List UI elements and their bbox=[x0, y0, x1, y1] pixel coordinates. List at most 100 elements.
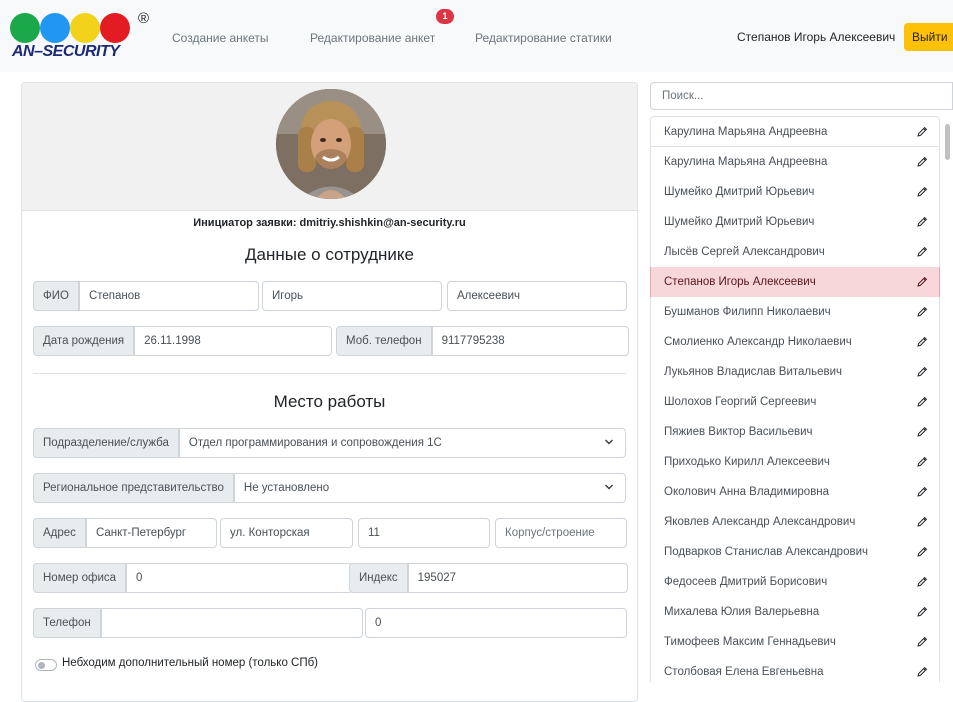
pencil-icon[interactable] bbox=[916, 186, 928, 198]
pencil-icon[interactable] bbox=[916, 576, 928, 588]
current-user-name: Степанов Игорь Алексеевич bbox=[737, 30, 896, 44]
office-label: Номер офиса bbox=[33, 563, 127, 593]
nav-edit-forms[interactable]: Редактирование анкет bbox=[310, 31, 435, 45]
list-scrollbar[interactable] bbox=[945, 124, 950, 160]
nav-create-form[interactable]: Создание анкеты bbox=[172, 31, 269, 45]
pencil-icon[interactable] bbox=[916, 276, 928, 288]
employee-list-item[interactable]: Михалева Юлия Валерьевна bbox=[650, 597, 940, 628]
house-input[interactable]: 11 bbox=[358, 518, 490, 548]
registered-mark: ® bbox=[138, 10, 150, 27]
chevron-down-icon bbox=[605, 484, 613, 490]
logo-dot-green bbox=[10, 13, 40, 43]
search-input[interactable]: Поиск... bbox=[650, 82, 953, 110]
department-label: Подразделение/служба bbox=[33, 428, 179, 458]
nav-edit-static[interactable]: Редактирование статики bbox=[475, 31, 612, 45]
regional-value: Не установлено bbox=[243, 482, 330, 494]
employee-list-item[interactable]: Лукьянов Владислав Витальевич bbox=[650, 357, 940, 388]
first-name-input[interactable]: Игорь bbox=[262, 281, 442, 311]
pencil-icon[interactable] bbox=[916, 216, 928, 228]
pencil-icon[interactable] bbox=[916, 636, 928, 648]
employee-list-item[interactable]: Бушманов Филипп Николаевич bbox=[650, 297, 940, 328]
employee-list-item[interactable]: Тимофеев Максим Геннадьевич bbox=[650, 627, 940, 658]
pencil-icon[interactable] bbox=[916, 666, 928, 678]
regional-select[interactable]: Не установлено bbox=[233, 473, 626, 503]
fio-label: ФИО bbox=[33, 281, 79, 311]
employee-list-item[interactable]: Шумейко Дмитрий Юрьевич bbox=[650, 177, 940, 208]
logout-button[interactable]: Выйти bbox=[904, 23, 953, 51]
phone-input[interactable] bbox=[100, 608, 363, 638]
section-divider bbox=[33, 373, 626, 374]
employee-name: Степанов Игорь Алексеевич bbox=[664, 276, 816, 288]
birth-date-group: Дата рождения 26.11.1998 bbox=[33, 326, 333, 356]
pencil-icon[interactable] bbox=[916, 336, 928, 348]
office-input[interactable]: 0 bbox=[126, 563, 354, 593]
middle-name-input[interactable]: Алексеевич bbox=[447, 281, 627, 311]
employee-name: Шолохов Георгий Сергеевич bbox=[664, 396, 817, 408]
employee-name: Столбовая Елена Евгеньевна bbox=[664, 666, 824, 678]
employee-name: Шумейко Дмитрий Юрьевич bbox=[664, 186, 815, 198]
employee-list-item[interactable]: Яковлев Александр Александрович bbox=[650, 507, 940, 538]
pencil-icon[interactable] bbox=[916, 156, 928, 168]
employee-list-item[interactable]: Шолохов Георгий Сергеевич bbox=[650, 387, 940, 418]
employee-name: Карулина Марьяна Андреевна bbox=[664, 156, 828, 168]
workplace-section-title: Место работы bbox=[273, 392, 386, 411]
pencil-icon[interactable] bbox=[916, 516, 928, 528]
birth-date-input[interactable]: 26.11.1998 bbox=[134, 326, 333, 356]
mobile-label: Моб. телефон bbox=[336, 326, 432, 356]
regional-label: Региональное представительство bbox=[33, 473, 234, 503]
employee-list-item[interactable]: Подварков Станислав Александрович bbox=[650, 537, 940, 568]
employee-name: Карулина Марьяна Андреевна bbox=[664, 126, 828, 138]
regional-group: Региональное представительство Не устано… bbox=[33, 473, 626, 503]
pencil-icon[interactable] bbox=[916, 486, 928, 498]
birth-date-label: Дата рождения bbox=[33, 326, 135, 356]
employee-name: Приходько Кирилл Алексеевич bbox=[664, 456, 830, 468]
address-group: Адрес Санкт-Петербург bbox=[33, 518, 217, 548]
top-navbar: ® AN–SECURITY Создание анкеты Редактиров… bbox=[0, 0, 953, 72]
pencil-icon[interactable] bbox=[916, 456, 928, 468]
address-label: Адрес bbox=[33, 518, 86, 548]
avatar-photo bbox=[276, 89, 386, 199]
request-initiator: Инициатор заявки: dmitriy.shishkin@an-se… bbox=[193, 217, 466, 229]
employee-list-item[interactable]: Смолиенко Александр Николаевич bbox=[650, 327, 940, 358]
department-group: Подразделение/служба Отдел программирова… bbox=[33, 428, 626, 458]
building-input[interactable]: Корпус/строение bbox=[495, 518, 627, 548]
employee-list-item[interactable]: Столбовая Елена Евгеньевна bbox=[650, 657, 940, 682]
extra-number-toggle[interactable] bbox=[35, 659, 57, 671]
last-name-input[interactable]: Степанов bbox=[78, 281, 259, 311]
pencil-icon[interactable] bbox=[916, 426, 928, 438]
employee-name: Шумейко Дмитрий Юрьевич bbox=[664, 216, 815, 228]
employee-name: Михалева Юлия Валерьевна bbox=[664, 606, 820, 618]
city-input[interactable]: Санкт-Петербург bbox=[85, 518, 217, 548]
pencil-icon[interactable] bbox=[916, 246, 928, 258]
office-group: Номер офиса 0 bbox=[33, 563, 354, 593]
pencil-icon[interactable] bbox=[916, 366, 928, 378]
pencil-icon[interactable] bbox=[916, 126, 928, 138]
department-value: Отдел программирования и сопровождения 1… bbox=[188, 437, 442, 449]
chevron-down-icon bbox=[605, 439, 613, 445]
employee-name: Лысёв Сергей Александрович bbox=[664, 246, 825, 258]
mobile-input[interactable]: 9117795238 bbox=[431, 326, 629, 356]
employee-name: Околович Анна Владимировна bbox=[664, 486, 830, 498]
pencil-icon[interactable] bbox=[916, 306, 928, 318]
department-select[interactable]: Отдел программирования и сопровождения 1… bbox=[178, 428, 626, 458]
employee-list-item[interactable]: Шумейко Дмитрий Юрьевич bbox=[650, 207, 940, 238]
employee-list-item[interactable]: Околович Анна Владимировна bbox=[650, 477, 940, 508]
company-logo[interactable]: ® AN–SECURITY bbox=[10, 10, 149, 65]
pencil-icon[interactable] bbox=[916, 396, 928, 408]
employee-card: Инициатор заявки: dmitriy.shishkin@an-se… bbox=[21, 82, 638, 702]
street-input[interactable]: ул. Конторская bbox=[220, 518, 353, 548]
employee-name: Смолиенко Александр Николаевич bbox=[664, 336, 852, 348]
phone-ext-input[interactable]: 0 bbox=[365, 608, 627, 638]
employee-list-item[interactable]: Пяжиев Виктор Васильевич bbox=[650, 417, 940, 448]
employee-list-item[interactable]: Приходько Кирилл Алексеевич bbox=[650, 447, 940, 478]
employee-list-item[interactable]: Карулина Марьяна Андреевна bbox=[650, 147, 940, 178]
employee-list-item[interactable]: Карулина Марьяна Андреевна bbox=[650, 116, 940, 147]
pencil-icon[interactable] bbox=[916, 606, 928, 618]
employee-list-item[interactable]: Степанов Игорь Алексеевич bbox=[650, 267, 940, 298]
pencil-icon[interactable] bbox=[916, 546, 928, 558]
employee-name: Яковлев Александр Александрович bbox=[664, 516, 856, 528]
employee-list-item[interactable]: Федосеев Дмитрий Борисович bbox=[650, 567, 940, 598]
index-input[interactable]: 195027 bbox=[407, 563, 628, 593]
employee-avatar bbox=[276, 89, 386, 199]
employee-list-item[interactable]: Лысёв Сергей Александрович bbox=[650, 237, 940, 268]
